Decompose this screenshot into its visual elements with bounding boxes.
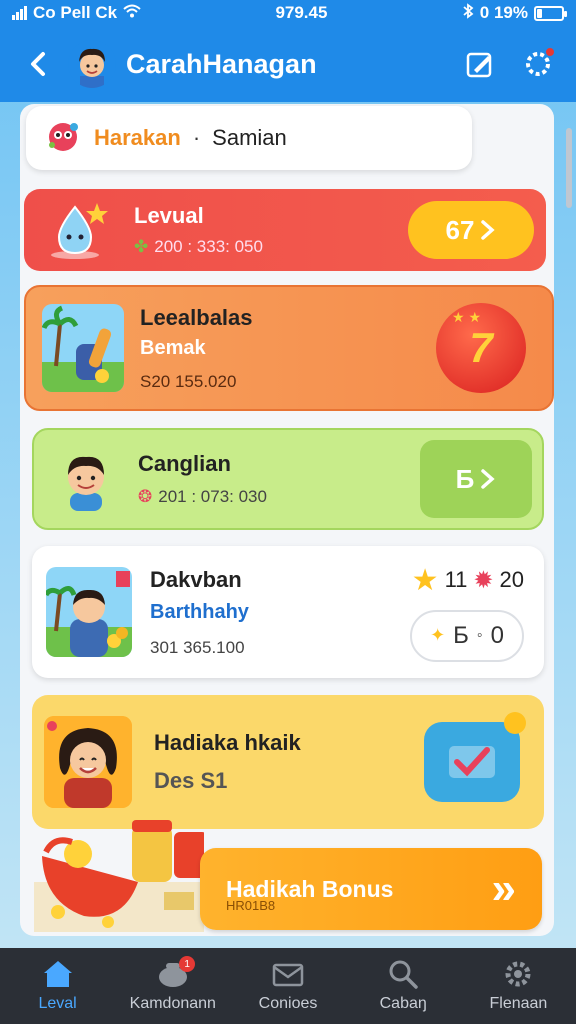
reward-card-lealbalas[interactable]: Leealbalas Bemak S20 155.020 7 ★ ★: [24, 285, 554, 411]
reward-card-canglian[interactable]: Canglian ❂ 201 : 073: 030 Б: [32, 428, 544, 530]
signal-icon: [12, 6, 27, 20]
card-title: Hadiaka hkaik: [154, 730, 301, 755]
gear-icon: [505, 961, 531, 987]
home-icon: [43, 961, 72, 987]
edit-button[interactable]: [460, 44, 500, 84]
stars-right-count: 20: [499, 567, 524, 592]
water-drop-icon: [24, 199, 134, 261]
card-subtitle: Bemak: [140, 336, 206, 359]
level-button[interactable]: 67: [408, 201, 534, 259]
player-label: Harakan: [94, 125, 181, 150]
card-meta: 301 365.100: [150, 637, 245, 657]
player-card[interactable]: Harakan · Samian: [26, 106, 472, 170]
app-header: CarahHanagan: [0, 26, 576, 102]
status-right: 0 19%: [462, 2, 567, 24]
avatar[interactable]: [68, 40, 116, 88]
nav-item-kamdonann[interactable]: 1 Kamdonann: [115, 948, 230, 1024]
battery-icon: [533, 5, 567, 21]
girl-thumbnail: [44, 716, 132, 808]
stars-panel: ★ 11 ✹ 20 ✦ Б ◦ 0: [410, 563, 524, 662]
nav-label: Cabaŋ: [379, 995, 427, 1012]
card-meta-value: 201 : 073: 030: [158, 487, 267, 506]
bluetooth-icon: [462, 2, 474, 24]
boy-coins-thumbnail: [46, 567, 132, 657]
card-title: Leealbalas: [140, 304, 253, 330]
arrow-icon: ◦: [476, 626, 483, 644]
reward-pill[interactable]: ✦ Б ◦ 0: [410, 609, 524, 662]
edit-icon: [466, 52, 492, 78]
nav-item-cabang[interactable]: Cabaŋ: [346, 948, 461, 1024]
card-meta-value: 200 : 333: 050: [154, 237, 263, 256]
card-subtitle: Des S1: [154, 768, 228, 793]
bottom-nav: Leval 1 Kamdonann Conioes Cabaŋ Flenaan: [0, 948, 576, 1024]
beach-thumbnail: [42, 304, 124, 392]
reward-card-dakvban[interactable]: Dakvban Barthhahy 301 365.100 ★ 11 ✹ 20 …: [32, 546, 544, 678]
card-title: Dakvban: [150, 566, 242, 592]
coin-icon: [504, 712, 526, 734]
reward-card-hadiaka[interactable]: Hadiaka hkaik Des S1: [32, 695, 544, 829]
sparkle-icon: ✦: [430, 625, 446, 645]
reward-badge-value: 7: [469, 324, 493, 371]
check-icon: [449, 746, 495, 778]
nav-label: Kamdonann: [129, 995, 216, 1012]
star-icon: ★: [411, 563, 439, 597]
gem-icon: ❂: [138, 487, 153, 506]
nav-item-conioes[interactable]: Conioes: [230, 948, 345, 1024]
mail-icon: [272, 963, 304, 987]
nav-label: Conioes: [258, 995, 318, 1012]
checkmark-button[interactable]: [424, 712, 526, 802]
nav-label: Leval: [38, 995, 77, 1012]
canglian-button[interactable]: Б: [420, 440, 532, 518]
status-left: Co Pell Ck: [12, 3, 141, 23]
nav-item-flenaan[interactable]: Flenaan: [461, 948, 576, 1024]
card-meta: ✤ 200 : 333: 050: [134, 237, 408, 257]
reward-card-level[interactable]: Levual ✤ 200 : 333: 050 67: [24, 189, 546, 271]
bonus-button[interactable]: Hadikah Bonus » HR01B8: [200, 848, 542, 930]
back-button[interactable]: [18, 44, 58, 84]
star-icon: ★ ★: [452, 309, 481, 325]
gear-badge-icon: ✹: [473, 566, 494, 594]
carrier-label: Co Pell Ck: [33, 3, 118, 22]
reward-badge[interactable]: 7 ★ ★: [436, 303, 526, 393]
monster-icon: [44, 117, 82, 160]
player-name: Samian: [212, 125, 287, 150]
chevron-right-icon: [481, 220, 496, 240]
canglian-button-label: Б: [455, 463, 475, 494]
settings-button[interactable]: [518, 44, 558, 84]
chevron-left-icon: [31, 52, 45, 76]
treasure-illustration: [34, 812, 208, 932]
battery-label: 0 19%: [479, 3, 528, 22]
wifi-icon: [123, 4, 141, 23]
search-icon: [389, 960, 418, 989]
separator: ·: [192, 125, 201, 150]
status-bar: Co Pell Ck 979.45 0 19%: [0, 0, 576, 26]
card-meta: ❂ 201 : 073: 030: [138, 487, 420, 507]
nav-item-leval[interactable]: Leval: [0, 948, 115, 1024]
card-meta: S20 155.020: [140, 371, 237, 391]
card-title: Levual: [134, 203, 204, 228]
nav-badge: 1: [179, 956, 196, 972]
double-chevron-icon: »: [491, 864, 516, 913]
reward-pill-right: 0: [490, 621, 504, 649]
bonus-sublabel: HR01B8: [226, 898, 276, 913]
level-button-label: 67: [445, 214, 475, 245]
boy-avatar-icon: [34, 447, 138, 511]
scrollbar[interactable]: [566, 128, 572, 208]
clock: 979.45: [275, 3, 328, 22]
reward-pill-left: Б: [453, 621, 469, 649]
page-title: CarahHanagan: [126, 48, 317, 79]
clover-icon: ✤: [134, 237, 149, 256]
card-subtitle: Barthhahy: [150, 600, 249, 623]
nav-label: Flenaan: [489, 995, 548, 1012]
stars-row: ★ 11 ✹ 20: [412, 563, 524, 598]
card-title: Canglian: [138, 451, 231, 476]
stars-count: 11: [444, 567, 468, 592]
chevron-right-icon: [481, 469, 495, 489]
notification-dot: [544, 46, 556, 58]
